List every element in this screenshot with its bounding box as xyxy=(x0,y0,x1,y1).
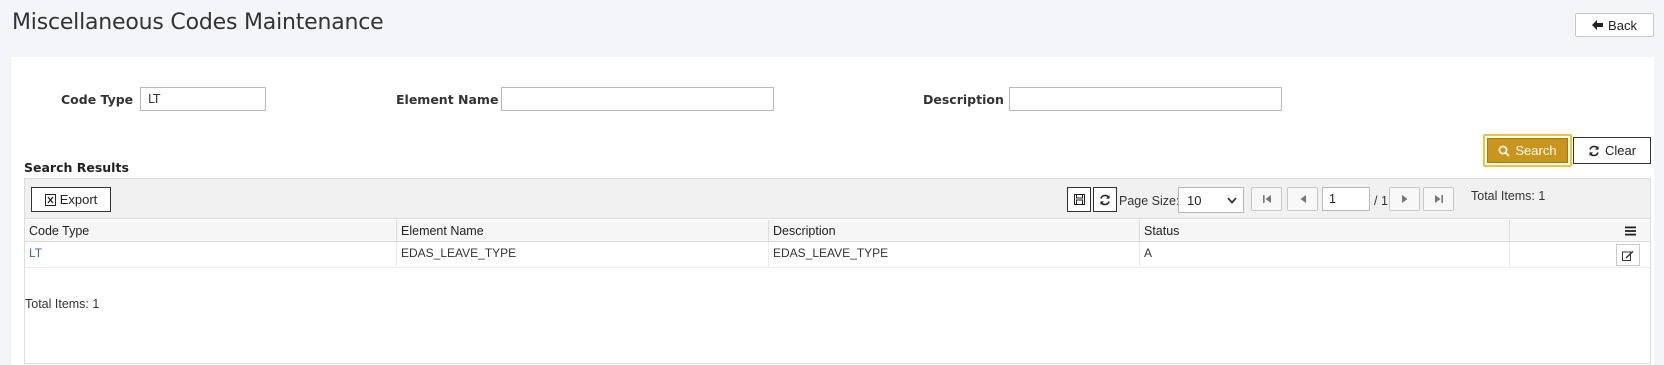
page-total-label: / 1 xyxy=(1374,194,1388,208)
column-menu-button[interactable] xyxy=(1610,220,1650,242)
search-button-focus-ring: Search xyxy=(1483,134,1572,167)
page-title: Miscellaneous Codes Maintenance xyxy=(12,10,384,35)
column-header-element-name[interactable]: Element Name xyxy=(397,220,769,242)
cell-element-name: EDAS_LEAVE_TYPE xyxy=(397,242,769,268)
search-button[interactable]: Search xyxy=(1487,138,1568,163)
refresh-icon xyxy=(1099,194,1111,206)
description-label: Description xyxy=(923,92,1004,107)
main-panel: Code Type Element Name Description Searc… xyxy=(11,57,1654,365)
arrow-left-icon xyxy=(1592,20,1604,30)
element-name-label: Element Name xyxy=(396,92,499,107)
chevron-down-icon xyxy=(1227,196,1237,204)
last-page-icon xyxy=(1434,194,1444,204)
caret-left-icon xyxy=(1299,194,1307,204)
edit-icon xyxy=(1622,250,1634,261)
total-items-bottom: Total Items: 1 xyxy=(25,297,100,311)
cell-description: EDAS_LEAVE_TYPE xyxy=(769,242,1140,268)
page-number-input[interactable]: 1 xyxy=(1322,187,1370,211)
next-page-button[interactable] xyxy=(1389,187,1420,211)
refresh-icon xyxy=(1588,145,1600,157)
first-page-icon xyxy=(1262,194,1272,204)
column-header-status[interactable]: Status xyxy=(1140,220,1510,242)
first-page-button[interactable] xyxy=(1251,187,1282,211)
search-icon xyxy=(1498,145,1511,157)
excel-icon xyxy=(44,193,56,206)
results-grid: Export Page Size: 10 1 / 1 Total Items: … xyxy=(24,178,1651,364)
previous-page-button[interactable] xyxy=(1287,187,1318,211)
code-type-input[interactable] xyxy=(140,87,266,111)
cell-code-type: LT xyxy=(25,242,397,268)
search-label: Search xyxy=(1515,143,1557,158)
code-type-link[interactable]: LT xyxy=(29,246,42,260)
back-label: Back xyxy=(1608,17,1637,33)
clear-label: Clear xyxy=(1604,143,1637,158)
export-label: Export xyxy=(59,192,98,207)
export-button[interactable]: Export xyxy=(31,187,111,212)
total-items-top: Total Items: 1 xyxy=(1471,189,1546,203)
hamburger-menu-icon xyxy=(1624,226,1636,236)
column-header-code-type[interactable]: Code Type xyxy=(25,220,397,242)
last-page-button[interactable] xyxy=(1423,187,1454,211)
refresh-grid-button[interactable] xyxy=(1093,187,1117,212)
edit-row-button[interactable] xyxy=(1616,244,1640,266)
clear-button[interactable]: Clear xyxy=(1573,137,1651,164)
page-number-value: 1 xyxy=(1329,192,1336,206)
page-size-label: Page Size: xyxy=(1119,194,1180,208)
back-button[interactable]: Back xyxy=(1575,13,1654,37)
page-size-select[interactable]: 10 xyxy=(1178,187,1244,213)
page-size-value: 10 xyxy=(1187,192,1202,208)
code-type-label: Code Type xyxy=(61,92,134,107)
column-header-description[interactable]: Description xyxy=(769,220,1140,242)
cell-status: A xyxy=(1140,242,1510,268)
search-results-title: Search Results xyxy=(24,160,129,175)
caret-right-icon xyxy=(1401,194,1409,204)
table-header: Code Type Element Name Description Statu… xyxy=(25,220,1650,242)
save-layout-button[interactable] xyxy=(1067,187,1091,212)
description-input[interactable] xyxy=(1009,87,1282,111)
table-row: LT EDAS_LEAVE_TYPE EDAS_LEAVE_TYPE A xyxy=(25,242,1650,268)
element-name-input[interactable] xyxy=(501,87,774,111)
grid-toolbar: Export Page Size: 10 1 / 1 Total Items: … xyxy=(25,179,1650,219)
floppy-icon xyxy=(1073,194,1085,205)
